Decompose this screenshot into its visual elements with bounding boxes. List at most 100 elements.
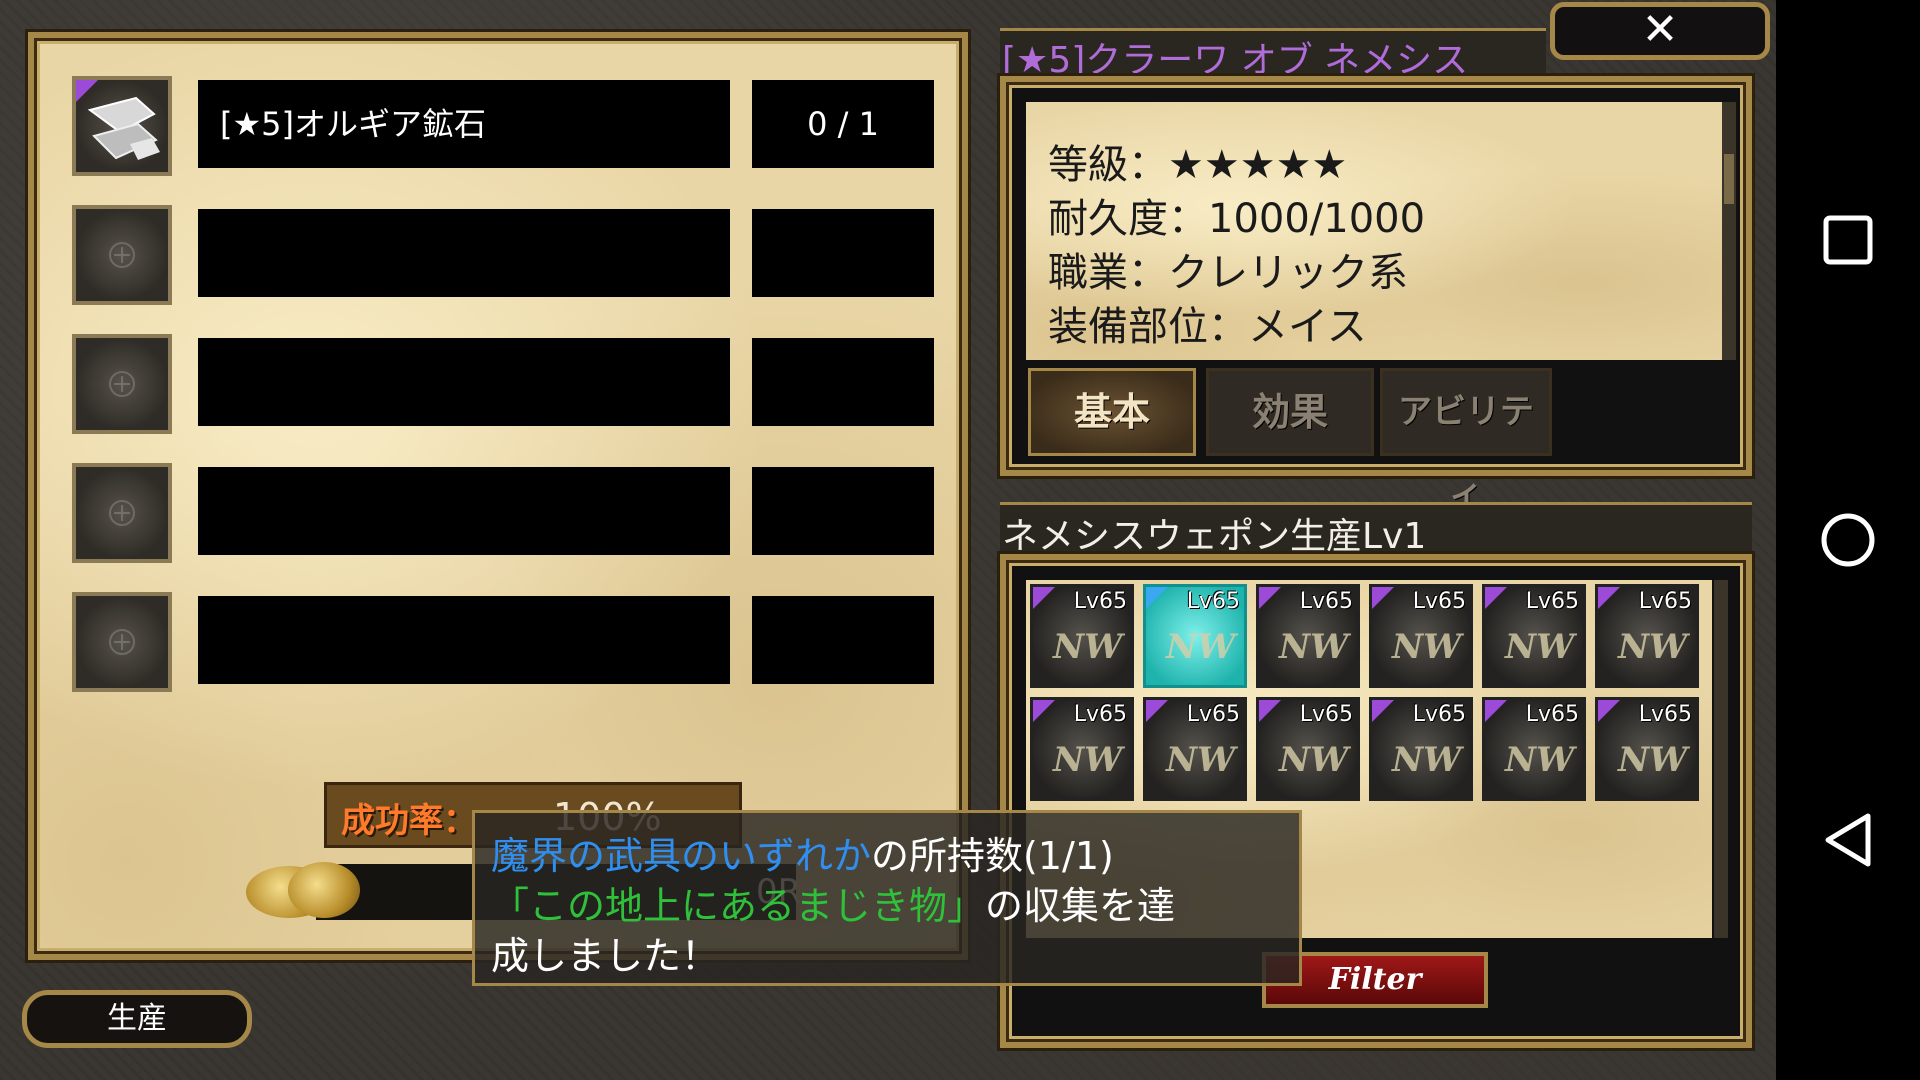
material-count (752, 209, 934, 297)
scroll-thumb[interactable] (1724, 154, 1734, 204)
nemesis-weapon-mark: NW (1392, 627, 1462, 667)
nemesis-weapon-mark: NW (1053, 740, 1123, 780)
weapon-slot[interactable]: Lv65 NW (1256, 697, 1360, 801)
weapon-level: Lv65 (1412, 702, 1466, 727)
material-name (198, 596, 730, 684)
notification-line-1: 魔界の武具のいずれかの所持数(1/1) (491, 825, 1114, 880)
nemesis-weapon-mark: NW (1279, 627, 1349, 667)
nemesis-weapon-mark: NW (1505, 740, 1575, 780)
material-slot[interactable] (72, 76, 172, 176)
android-nav-bar (1776, 0, 1920, 1080)
rarity-corner-icon (1485, 700, 1507, 722)
rarity-corner-icon (1146, 587, 1168, 609)
produce-button[interactable]: 生産 (22, 990, 252, 1048)
empty-slot-icon (109, 242, 135, 268)
tab-effect[interactable]: 効果 (1206, 368, 1374, 456)
nemesis-weapon-mark: NW (1618, 627, 1688, 667)
item-detail-panel: 等級：★★★★★ 耐久度：1000/1000 職業：クレリック系 装備部位：メイ… (1000, 76, 1752, 514)
square-icon (1823, 215, 1873, 265)
notification-achievement: 「この地上にあるまじき物」 (491, 884, 986, 928)
stat-class: 職業：クレリック系 (1048, 250, 1408, 296)
rarity-corner-icon (1372, 700, 1394, 722)
detail-scrollbar[interactable] (1722, 102, 1736, 360)
notification-line-3: 成しました！ (491, 934, 720, 978)
material-slot[interactable] (72, 463, 172, 563)
weapon-slot[interactable]: Lv65 NW (1595, 697, 1699, 801)
weapon-level: Lv65 (1186, 702, 1240, 727)
rarity-corner-icon (1033, 587, 1055, 609)
tab-basic[interactable]: 基本 (1028, 368, 1196, 456)
material-count (752, 338, 934, 426)
weapon-slot[interactable]: Lv65 NW (1482, 697, 1586, 801)
achievement-notification: 魔界の武具のいずれかの所持数(1/1) 「この地上にあるまじき物」の収集を達 成… (472, 810, 1302, 986)
empty-slot-icon (109, 371, 135, 397)
weapon-slot[interactable]: Lv65 NW (1030, 584, 1134, 688)
material-row (72, 592, 942, 692)
weapon-level: Lv65 (1073, 702, 1127, 727)
weapon-level: Lv65 (1073, 589, 1127, 614)
tab-ability[interactable]: アビリティ (1380, 368, 1552, 514)
rarity-corner-icon (1598, 700, 1620, 722)
material-name: [★5]オルギア鉱石 (198, 80, 730, 168)
weapon-level: Lv65 (1412, 589, 1466, 614)
material-slot[interactable] (72, 334, 172, 434)
weapon-level: Lv65 (1299, 589, 1353, 614)
close-button[interactable]: ✕ (1550, 2, 1770, 60)
back-button[interactable] (1806, 798, 1890, 882)
weapon-slot[interactable]: Lv65 NW (1369, 584, 1473, 688)
notification-text: の収集を達 (985, 884, 1176, 928)
success-rate-label: 成功率： (341, 801, 477, 841)
coin-icon (288, 862, 360, 918)
nemesis-weapon-mark: NW (1618, 740, 1688, 780)
material-count (752, 596, 934, 684)
empty-slot-icon (109, 500, 135, 526)
notification-target: 魔界の武具のいずれか (491, 834, 872, 878)
rarity-corner-icon (1259, 700, 1281, 722)
weapon-slot[interactable]: Lv65 NW (1256, 584, 1360, 688)
weapon-slot[interactable]: Lv65 NW (1143, 697, 1247, 801)
weapon-slot[interactable]: Lv65 NW (1595, 584, 1699, 688)
item-stats: 等級：★★★★★ 耐久度：1000/1000 職業：クレリック系 装備部位：メイ… (1026, 102, 1722, 360)
rarity-corner-icon (1146, 700, 1168, 722)
weapon-slot[interactable]: Lv65 NW (1143, 584, 1247, 688)
rarity-corner-icon (1372, 587, 1394, 609)
material-name (198, 467, 730, 555)
material-row (72, 334, 942, 434)
item-title-bar: [★5]クラーワ オブ ネメシス (1000, 28, 1546, 81)
material-slot[interactable] (72, 592, 172, 692)
circle-icon (1821, 513, 1875, 567)
weapon-slot[interactable]: Lv65 NW (1482, 584, 1586, 688)
nemesis-weapon-mark: NW (1166, 740, 1236, 780)
nemesis-weapon-mark: NW (1505, 627, 1575, 667)
production-header: ネメシスウェポン生産Lv1 (1000, 502, 1752, 560)
coin-cost: 0R (246, 862, 801, 922)
rarity-corner-icon (1259, 587, 1281, 609)
ore-icon (76, 80, 160, 160)
material-count: 0 / 1 (752, 80, 934, 168)
weapon-level: Lv65 (1186, 589, 1240, 614)
weapon-slot[interactable]: Lv65 NW (1030, 697, 1134, 801)
material-count (752, 467, 934, 555)
material-name (198, 209, 730, 297)
stat-rarity: 等級：★★★★★ (1048, 142, 1348, 188)
material-row (72, 463, 942, 563)
stat-durability: 耐久度：1000/1000 (1048, 196, 1426, 242)
production-scrollbar[interactable] (1714, 580, 1728, 938)
weapon-level: Lv65 (1299, 702, 1353, 727)
recent-apps-button[interactable] (1806, 198, 1890, 282)
nemesis-weapon-mark: NW (1166, 627, 1236, 667)
empty-slot-icon (109, 629, 135, 655)
material-slot[interactable] (72, 205, 172, 305)
weapon-level: Lv65 (1525, 702, 1579, 727)
home-button[interactable] (1806, 498, 1890, 582)
stat-slot: 装備部位：メイス (1048, 304, 1367, 350)
nemesis-weapon-mark: NW (1053, 627, 1123, 667)
nemesis-weapon-mark: NW (1392, 740, 1462, 780)
weapon-slot[interactable]: Lv65 NW (1369, 697, 1473, 801)
nemesis-weapon-mark: NW (1279, 740, 1349, 780)
triangle-back-icon (1825, 813, 1871, 867)
material-name (198, 338, 730, 426)
material-row (72, 205, 942, 305)
rarity-corner-icon (1598, 587, 1620, 609)
weapon-level: Lv65 (1638, 589, 1692, 614)
